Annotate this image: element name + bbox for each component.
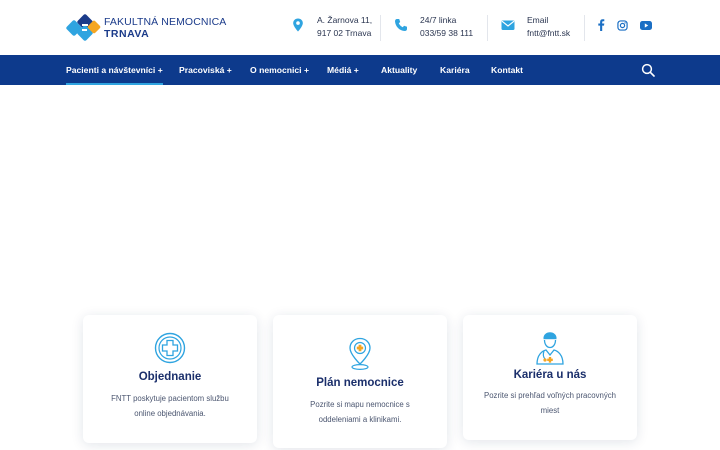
phone-info[interactable]: 24/7 linka 033/59 38 111 bbox=[394, 14, 473, 42]
email-info[interactable]: Email fntt@fntt.sk bbox=[501, 14, 570, 42]
divider bbox=[584, 15, 585, 41]
phone-label: 24/7 linka bbox=[420, 15, 457, 25]
card-desc-line: Pozrite si prehľad voľných pracovných bbox=[484, 391, 616, 400]
card-appointment[interactable]: Objednanie FNTT poskytuje pacientom služ… bbox=[83, 315, 257, 443]
hero-banner bbox=[0, 85, 720, 315]
address-line1: A. Žarnova 11, bbox=[317, 15, 373, 25]
nav-item-career[interactable]: Kariéra bbox=[440, 55, 470, 85]
nav-item-media[interactable]: Médiá + bbox=[327, 55, 359, 85]
card-hospital-map[interactable]: Plán nemocnice Pozrite si mapu nemocnice… bbox=[273, 315, 447, 448]
card-description: Pozrite si prehľad voľných pracovných mi… bbox=[479, 388, 621, 418]
doctor-icon bbox=[536, 332, 564, 365]
address-line2: 917 02 Trnava bbox=[317, 27, 372, 38]
card-title: Kariéra u nás bbox=[513, 369, 587, 381]
card-career[interactable]: Kariéra u nás Pozrite si prehľad voľných… bbox=[463, 315, 637, 440]
nav-item-news[interactable]: Aktuality bbox=[381, 55, 417, 85]
top-header: FAKULTNÁ NEMOCNICA TRNAVA A. Žarnova 11,… bbox=[0, 0, 720, 55]
nav-item-contact[interactable]: Kontakt bbox=[491, 55, 523, 85]
instagram-icon[interactable] bbox=[617, 19, 628, 31]
card-title: Plán nemocnice bbox=[316, 377, 404, 389]
card-desc-line: oddeleniami a klinikami. bbox=[318, 415, 402, 424]
envelope-icon bbox=[501, 20, 515, 30]
logo-line1: FAKULTNÁ NEMOCNICA bbox=[104, 16, 227, 28]
hospital-logo[interactable]: FAKULTNÁ NEMOCNICA TRNAVA bbox=[66, 13, 226, 43]
card-description: FNTT poskytuje pacientom službu online o… bbox=[99, 391, 241, 421]
address-info: A. Žarnova 11, 917 02 Trnava bbox=[291, 14, 372, 42]
logo-mark-icon bbox=[66, 14, 101, 41]
phone-icon bbox=[395, 19, 407, 31]
card-desc-line: FNTT poskytuje pacientom službu bbox=[111, 394, 229, 403]
email-label: Email bbox=[527, 15, 549, 25]
card-desc-line: online objednávania. bbox=[134, 409, 206, 418]
nav-item-patients-visitors[interactable]: Pacienti a návštevníci + bbox=[66, 55, 163, 85]
main-navigation: Pacienti a návštevníci + Pracoviská + O … bbox=[0, 55, 720, 85]
phone-number: 033/59 38 111 bbox=[420, 27, 474, 38]
email-address: fntt@fntt.sk bbox=[527, 27, 571, 38]
logo-line2: TRNAVA bbox=[104, 28, 150, 40]
card-desc-line: miest bbox=[540, 406, 560, 415]
map-pin-icon bbox=[293, 18, 303, 32]
facebook-icon[interactable] bbox=[597, 19, 605, 31]
social-links bbox=[597, 19, 652, 31]
search-icon[interactable] bbox=[641, 63, 655, 77]
medical-cross-icon bbox=[154, 332, 186, 364]
divider bbox=[380, 15, 381, 41]
card-title: Objednanie bbox=[138, 371, 202, 383]
card-desc-line: Pozrite si mapu nemocnice s bbox=[310, 400, 410, 409]
youtube-icon[interactable] bbox=[640, 20, 652, 30]
nav-item-about-hospital[interactable]: O nemocnici + bbox=[250, 55, 309, 85]
divider bbox=[487, 15, 488, 41]
map-location-icon bbox=[349, 337, 371, 371]
card-description: Pozrite si mapu nemocnice s oddeleniami … bbox=[289, 397, 431, 427]
nav-item-departments[interactable]: Pracoviská + bbox=[179, 55, 232, 85]
